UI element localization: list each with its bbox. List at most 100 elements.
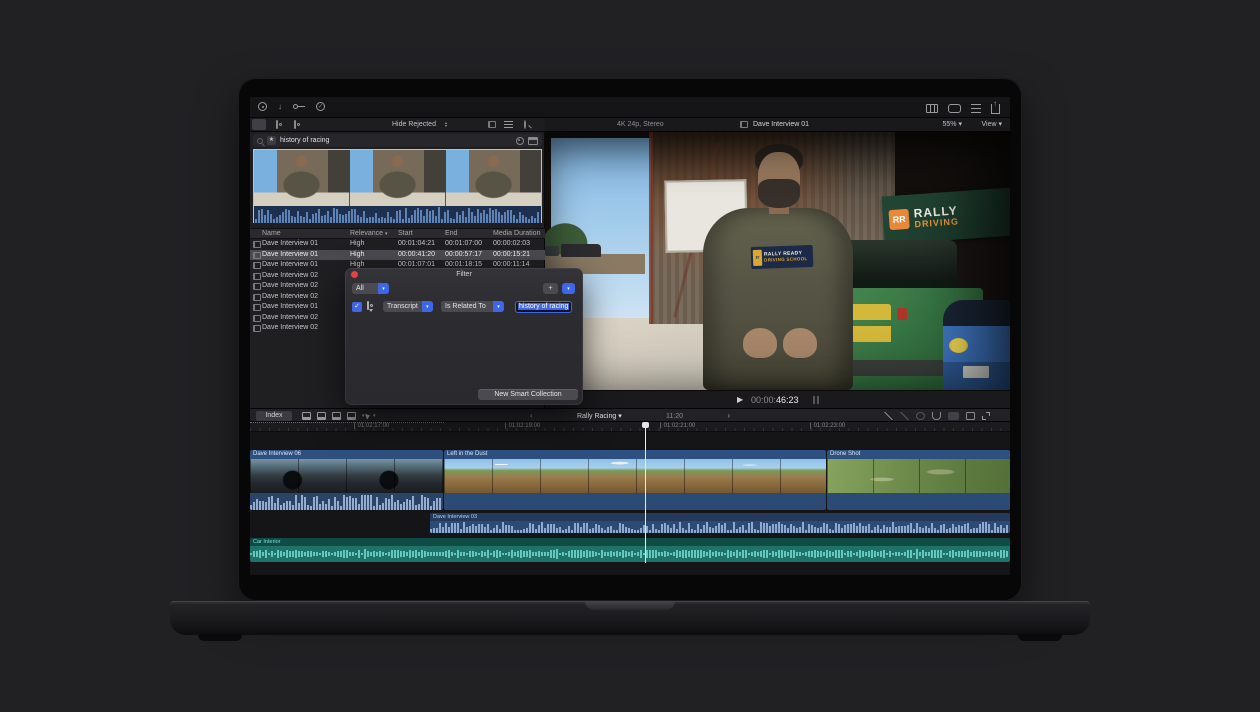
viewer-format-info: 4K 24p, Stereo [617, 118, 664, 132]
play-button[interactable]: ▶ [737, 396, 743, 404]
clip-icon [253, 241, 261, 248]
timeline-clip-left-in-the-dust[interactable]: Left in the Dust [444, 450, 826, 510]
timeline-toggle-icon[interactable] [948, 104, 961, 113]
audio-meters-icon[interactable] [813, 396, 819, 404]
index-button[interactable]: Index [256, 411, 292, 421]
filmstrip-view-icon[interactable] [488, 121, 496, 128]
project-duration: 11:20 [666, 413, 683, 420]
sidebar-titles-generators-icon[interactable] [294, 120, 296, 129]
inspector-toggle-icon[interactable] [971, 104, 981, 113]
timeline-clip-dave-interview-03[interactable]: Dave Interview 03 [430, 513, 1010, 533]
clip-list-header: Name Relevance ▾ Start End Media Duratio… [250, 228, 545, 239]
chevron-down-icon: ▾ [493, 301, 504, 312]
timeline-tracks: Dave Interview 06 Left in the Dust Drone… [250, 432, 1010, 575]
filmstrip-thumbnails [254, 150, 541, 206]
desktop-background: ↓ ✓ Hide Rejected ▴▾ 4K 24p, Stere [0, 0, 1260, 712]
float-window-icon[interactable] [528, 137, 538, 145]
search-input-value[interactable]: history of racing [280, 137, 512, 144]
gear-icon[interactable] [516, 137, 524, 145]
selected-clip-filmstrip[interactable] [253, 149, 542, 223]
rule-checkbox[interactable]: ✓ [352, 302, 362, 312]
tools-pointer-icon[interactable] [365, 412, 371, 419]
transcript-search-icon [367, 301, 369, 310]
timeline-clip-drone-shot[interactable]: Drone Shot [827, 450, 1010, 510]
clip-appearance-icon[interactable] [948, 412, 959, 420]
append-edit-icon[interactable] [332, 412, 341, 420]
fcp-window: ↓ ✓ Hide Rejected ▴▾ 4K 24p, Stere [250, 97, 1010, 575]
rule-subject-dropdown[interactable]: Transcript▾ [383, 301, 433, 312]
project-name-menu[interactable]: Rally Racing ▾ [577, 412, 622, 420]
filmstrip-thumb [446, 150, 541, 206]
clip-icon [253, 304, 261, 311]
browser-search-icon[interactable] [524, 120, 526, 129]
background-tasks-icon[interactable]: ✓ [316, 102, 325, 111]
column-name[interactable]: Name [262, 229, 281, 240]
edit-options-chevron-icon[interactable]: ▾ [362, 414, 365, 419]
browser-search-field[interactable]: ★ history of racing [253, 134, 542, 147]
timeline-history-icon[interactable] [966, 412, 975, 420]
next-project-icon[interactable]: › [727, 412, 730, 420]
sidebar-libraries-icon[interactable] [252, 119, 266, 130]
range-selection-dots [250, 422, 444, 423]
overwrite-edit-icon[interactable] [347, 412, 356, 420]
clip-icon [253, 315, 261, 322]
column-end[interactable]: End [445, 229, 457, 240]
timeline-zoom-fit-icon[interactable] [982, 412, 990, 420]
clip-icon [253, 273, 261, 280]
timeline-toolbar: Index ▾ ▾ ‹ Rally Racing ▾ 11:20 › [250, 408, 1010, 422]
skimming-icon[interactable] [884, 412, 893, 420]
clip-audio-waveform [250, 493, 443, 510]
viewer-view-menu[interactable]: View ▾ [981, 118, 1002, 132]
timeline-clip-car-interior[interactable]: Car Interior [250, 538, 1010, 562]
share-icon[interactable] [991, 104, 1000, 114]
filmstrip-thumb [254, 150, 350, 206]
chevron-down-icon: ▾ [378, 283, 389, 294]
rule-condition-dropdown[interactable]: Is Related To▾ [441, 301, 504, 312]
media-browser-icon[interactable] [258, 102, 267, 111]
clip-row[interactable]: Dave Interview 01High00:01:04:2100:01:07… [250, 239, 545, 250]
add-rule-chevron-icon[interactable]: ▾ [562, 283, 575, 294]
clip-thumbnails [444, 459, 826, 493]
ruler-tick: |01:02:19:00 [505, 423, 540, 429]
new-smart-collection-button[interactable]: New Smart Collection [478, 389, 578, 400]
ruler-tick: |01:02:23:00 [810, 423, 845, 429]
connect-edit-icon[interactable] [302, 412, 311, 420]
browser-toggle-icon[interactable] [926, 104, 938, 113]
laptop-lid-notch [585, 601, 675, 610]
keyword-editor-icon[interactable] [293, 104, 305, 109]
laptop-foot-left [198, 634, 242, 641]
previous-project-icon[interactable]: ‹ [530, 412, 533, 420]
tools-chevron-icon[interactable]: ▾ [373, 414, 376, 419]
clip-icon [253, 283, 261, 290]
clip-name: Car Interior [250, 538, 1010, 546]
clip-row-selected[interactable]: Dave Interview 01High00:00:41:2000:00:57… [250, 250, 545, 261]
viewer-zoom-menu[interactable]: 55% ▾ [943, 118, 962, 132]
column-relevance[interactable]: Relevance ▾ [350, 229, 388, 240]
clip-icon [253, 262, 261, 269]
column-media-duration[interactable]: Media Duration [493, 229, 540, 240]
column-start[interactable]: Start [398, 229, 413, 240]
laptop-foot-right [1018, 634, 1062, 641]
hide-rejected-filter[interactable]: Hide Rejected [392, 118, 436, 132]
solo-icon[interactable] [916, 412, 925, 420]
filter-star-icon: ★ [267, 136, 276, 145]
match-dropdown[interactable]: All▾ [352, 283, 389, 294]
list-view-icon[interactable] [504, 121, 513, 128]
timeline-ruler[interactable]: |01:02:17:00 |01:02:19:00 |01:02:21:00 |… [250, 422, 1010, 432]
hide-rejected-chevrons-icon: ▴▾ [445, 121, 447, 127]
sidebar-photos-audio-icon[interactable] [276, 120, 278, 129]
rule-value-field[interactable]: history of racing [515, 301, 572, 313]
timeline-clip-dave-interview[interactable]: Dave Interview 06 [250, 450, 443, 510]
insert-edit-icon[interactable] [317, 412, 326, 420]
snapping-icon[interactable] [932, 412, 941, 420]
main-toolbar: ↓ ✓ [250, 97, 1010, 118]
playhead-handle[interactable] [642, 422, 649, 428]
ruler-tick: |01:02:21:00 [660, 423, 695, 429]
clip-audio-waveform [430, 521, 1010, 533]
import-media-icon[interactable]: ↓ [278, 103, 282, 111]
playhead[interactable] [645, 422, 646, 563]
audio-skimming-icon[interactable] [900, 412, 909, 420]
clip-icon [253, 294, 261, 301]
add-rule-button[interactable]: + [543, 283, 558, 294]
clip-icon [253, 252, 261, 259]
